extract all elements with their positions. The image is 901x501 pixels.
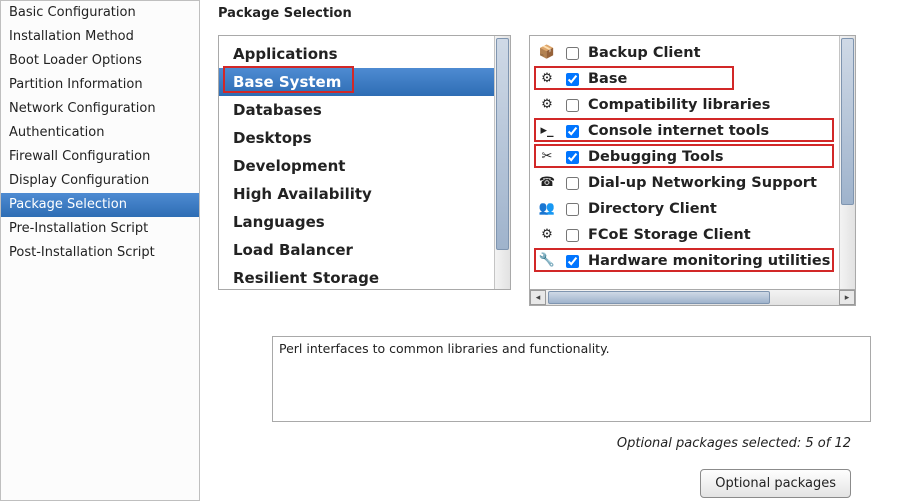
category-item[interactable]: Resilient Storage [219,264,494,289]
package-list: 📦 Backup Client ⚙ Base ⚙ Compatibility librar… [529,35,856,290]
package-checkbox[interactable] [566,177,579,190]
category-item[interactable]: Languages [219,208,494,236]
package-scrollbar-v[interactable] [839,36,855,289]
package-label: Backup Client [588,42,701,64]
category-item[interactable]: Development [219,152,494,180]
optional-packages-status: Optional packages selected: 5 of 12 [218,436,889,451]
package-label: Dial-up Networking Support [588,172,817,194]
package-checkbox[interactable] [566,229,579,242]
category-item[interactable]: High Availability [219,180,494,208]
category-item[interactable]: Applications [219,40,494,68]
package-label: Base [588,68,627,90]
package-item[interactable]: 👥 Directory Client [530,196,839,222]
package-item[interactable]: ⚙ FCoE Storage Client [530,222,839,248]
phone-icon: ☎ [538,174,556,192]
category-scrollbar[interactable] [494,36,510,289]
package-item[interactable]: 🔧 Hardware monitoring utilities [530,248,839,274]
users-icon: 👥 [538,200,556,218]
package-label: Hardware monitoring utilities [588,250,830,272]
package-label: Directory Client [588,198,717,220]
sidebar-item-firewall-configuration[interactable]: Firewall Configuration [1,145,199,169]
package-label: Compatibility libraries [588,94,770,116]
category-item[interactable]: Databases [219,96,494,124]
package-description: Perl interfaces to common libraries and … [272,336,871,422]
sidebar-item-partition-information[interactable]: Partition Information [1,73,199,97]
category-item[interactable]: Desktops [219,124,494,152]
package-item[interactable]: ▸_ Console internet tools [530,118,839,144]
sidebar-item-display-configuration[interactable]: Display Configuration [1,169,199,193]
package-label: Console internet tools [588,120,769,142]
archive-icon: 📦 [538,44,556,62]
category-list: ApplicationsBase SystemDatabasesDesktops… [218,35,511,290]
sidebar-item-package-selection[interactable]: Package Selection [1,193,199,217]
package-item[interactable]: ✂ Debugging Tools [530,144,839,170]
sidebar-item-authentication[interactable]: Authentication [1,121,199,145]
package-label: FCoE Storage Client [588,224,751,246]
scroll-left-button[interactable]: ◂ [530,290,546,305]
sidebar-item-pre-installation-script[interactable]: Pre-Installation Script [1,217,199,241]
gear-icon: ⚙ [538,96,556,114]
scroll-right-button[interactable]: ▸ [839,290,855,305]
main-panel: Package Selection ApplicationsBase Syste… [200,0,901,501]
gear-icon: ⚙ [538,226,556,244]
sidebar-item-post-installation-script[interactable]: Post-Installation Script [1,241,199,265]
package-item[interactable]: 📦 Backup Client [530,40,839,66]
hw-icon: 🔧 [538,252,556,270]
page-title: Package Selection [218,0,889,35]
sidebar-item-network-configuration[interactable]: Network Configuration [1,97,199,121]
package-item[interactable]: ☎ Dial-up Networking Support [530,170,839,196]
package-scrollbar-h[interactable]: ◂ ▸ [529,290,856,306]
package-label: Debugging Tools [588,146,724,168]
package-checkbox[interactable] [566,203,579,216]
tools-icon: ✂ [538,148,556,166]
terminal-icon: ▸_ [538,122,556,140]
package-item[interactable]: ⚙ Compatibility libraries [530,92,839,118]
gear-icon: ⚙ [538,70,556,88]
package-checkbox[interactable] [566,255,579,268]
optional-packages-button[interactable]: Optional packages [700,469,851,498]
package-checkbox[interactable] [566,151,579,164]
sidebar-item-installation-method[interactable]: Installation Method [1,25,199,49]
package-checkbox[interactable] [566,73,579,86]
package-checkbox[interactable] [566,47,579,60]
package-item[interactable]: ⚙ Base [530,66,839,92]
package-checkbox[interactable] [566,125,579,138]
category-item[interactable]: Base System [219,68,494,96]
sidebar: Basic ConfigurationInstallation MethodBo… [0,0,200,501]
category-item[interactable]: Load Balancer [219,236,494,264]
sidebar-item-basic-configuration[interactable]: Basic Configuration [1,1,199,25]
package-checkbox[interactable] [566,99,579,112]
sidebar-item-boot-loader-options[interactable]: Boot Loader Options [1,49,199,73]
